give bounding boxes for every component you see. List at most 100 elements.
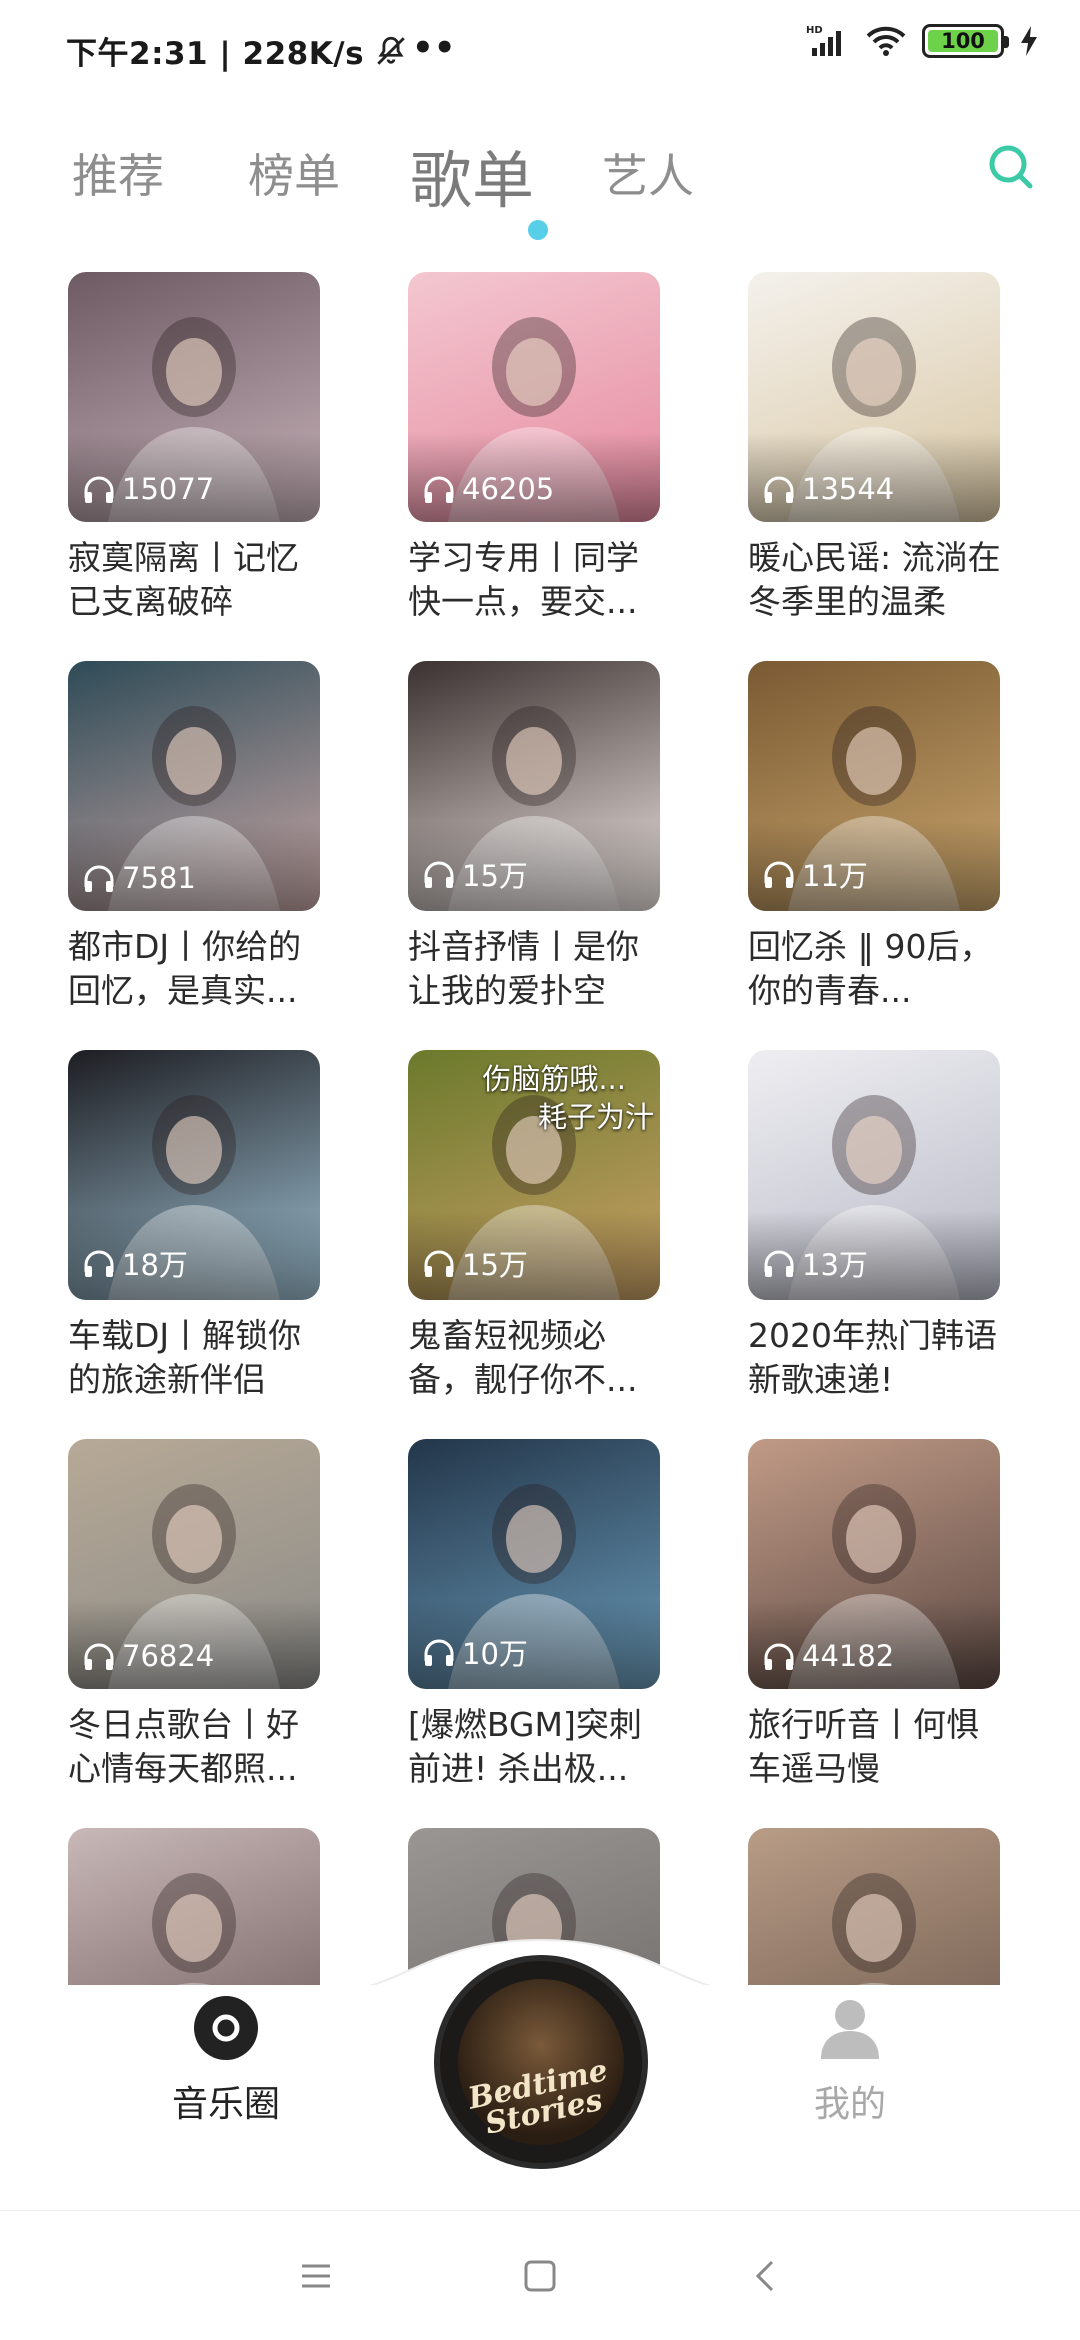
playlist-card[interactable]: 10万 [爆燃BGM]突刺前进! 杀出极... xyxy=(408,1439,660,1791)
playlist-title: [爆燃BGM]突刺前进! 杀出极... xyxy=(408,1705,642,1788)
nav-music-circle[interactable]: 音乐圈 xyxy=(172,1995,280,2127)
profile-icon xyxy=(821,2000,879,2059)
play-count-value: 7581 xyxy=(122,861,196,895)
battery-level: 100 xyxy=(941,29,985,53)
playlist-cover: 11万 xyxy=(748,661,1000,911)
playlist-card[interactable]: 13544 暖心民谣: 流淌在冬季里的温柔 xyxy=(748,272,1001,624)
tab-charts[interactable]: 榜单 xyxy=(248,140,340,206)
headphones-icon xyxy=(84,1250,114,1277)
play-count: 15万 xyxy=(422,853,528,895)
nav-music-circle-label: 音乐圈 xyxy=(172,2084,281,2125)
status-bar: 下午2:31 | 228K/s •• HD 100 xyxy=(0,0,1080,100)
playlist-title: 鬼畜短视频必备，靓仔你不... xyxy=(408,1316,638,1399)
active-tab-indicator xyxy=(528,220,548,240)
play-count-value: 15万 xyxy=(462,859,528,893)
status-right-icons: HD 100 xyxy=(806,24,1040,58)
playlist-title: 暖心民谣: 流淌在冬季里的温柔 xyxy=(748,538,1001,621)
playlist-cover: 18万 xyxy=(68,1050,320,1300)
wifi-icon xyxy=(866,26,906,56)
playlist-card[interactable]: 11万回忆杀 ‖ 90后，你的青春... xyxy=(748,661,1000,1013)
charging-bolt-icon xyxy=(1021,26,1037,56)
playlist-title: 回忆杀 ‖ 90后，你的青春... xyxy=(748,927,993,1010)
play-count-value: 46205 xyxy=(462,472,555,506)
headphones-icon xyxy=(424,1250,454,1277)
status-time-speed: 下午2:31 | 228K/s xyxy=(66,28,408,73)
play-count-value: 76824 xyxy=(122,1639,215,1673)
nav-mine-label: 我的 xyxy=(814,2084,887,2125)
playlist-cover: 10万 xyxy=(408,1439,660,1689)
status-dots: •• xyxy=(412,28,456,68)
playlist-title: 冬日点歌台丨好心情每天都照... xyxy=(68,1705,299,1788)
headphones-icon xyxy=(424,861,454,888)
playlist-title: 车载DJ丨解锁你的旅途新伴侣 xyxy=(68,1316,302,1399)
play-count: 46205 xyxy=(422,472,554,506)
signal-icon: HD xyxy=(806,25,841,56)
play-count-value: 13544 xyxy=(802,472,895,506)
playlist-title: 学习专用丨同学快一点，要交... xyxy=(408,538,639,621)
playlist-cover: 伤脑筋哦... 耗子为汁 15万 xyxy=(408,1050,660,1300)
now-playing-disc[interactable]: Bedtime Stories xyxy=(434,1955,648,2169)
playlist-cover: 44182 xyxy=(748,1439,1000,1689)
playlist-cover: 15077 xyxy=(68,272,320,522)
category-tabs: 推荐 榜单 歌单 艺人 xyxy=(70,140,1030,250)
headphones-icon xyxy=(764,1250,794,1277)
playlist-cover: 13万 xyxy=(748,1050,1000,1300)
playlist-cover: 15万 xyxy=(408,661,660,911)
playlist-card[interactable]: 44182 旅行听音丨何惧车遥马慢 xyxy=(748,1439,1000,1791)
play-count-value: 13万 xyxy=(802,1248,868,1282)
battery-icon: 100 xyxy=(922,24,1009,58)
cover-caption: 伤脑筋哦... xyxy=(482,1062,626,1096)
music-circle-icon xyxy=(194,1996,258,2060)
playlist-card[interactable]: 伤脑筋哦... 耗子为汁 15万鬼畜短视频必备，靓仔你不... xyxy=(408,1050,660,1402)
headphones-icon xyxy=(764,1643,794,1670)
mute-bell-icon xyxy=(377,36,405,65)
play-count: 10万 xyxy=(422,1631,528,1673)
play-count: 18万 xyxy=(82,1242,188,1284)
play-count: 13万 xyxy=(762,1242,868,1284)
home-icon[interactable] xyxy=(520,2256,560,2296)
cover-caption: 耗子为汁 xyxy=(537,1100,654,1134)
playlist-title: 寂寞隔离丨记忆已支离破碎 xyxy=(68,538,299,621)
headphones-icon xyxy=(764,476,794,503)
playlist-cover: 46205 xyxy=(408,272,660,522)
playlist-card[interactable]: 7581 都市DJ丨你给的回忆，是真实... xyxy=(68,661,320,1013)
playlist-title: 都市DJ丨你给的回忆，是真实... xyxy=(68,927,302,1010)
play-count: 15万 xyxy=(422,1242,528,1284)
menu-icon[interactable] xyxy=(296,2256,336,2296)
headphones-icon xyxy=(84,1643,114,1670)
playlist-card[interactable]: 13万 2020年热门韩语新歌速递! xyxy=(748,1050,1000,1402)
play-count: 7581 xyxy=(82,861,196,895)
playlist-card[interactable]: 15077 寂寞隔离丨记忆已支离破碎 xyxy=(68,272,320,624)
status-time-text: 下午2:31 | 228K/s xyxy=(66,36,365,72)
play-count-value: 15077 xyxy=(122,472,215,506)
play-count: 13544 xyxy=(762,472,894,506)
tab-artists[interactable]: 艺人 xyxy=(602,140,694,206)
playlist-card[interactable]: 76824 冬日点歌台丨好心情每天都照... xyxy=(68,1439,320,1791)
play-count: 15077 xyxy=(82,472,214,506)
nav-mine[interactable]: 我的 xyxy=(814,1995,886,2127)
playlist-card[interactable]: 18万车载DJ丨解锁你的旅途新伴侣 xyxy=(68,1050,320,1402)
headphones-icon xyxy=(84,865,114,892)
headphones-icon xyxy=(424,1639,454,1666)
play-count-value: 10万 xyxy=(462,1637,528,1671)
signal-hd-label: HD xyxy=(806,25,823,36)
tab-playlists[interactable]: 歌单 xyxy=(410,130,534,220)
play-count: 76824 xyxy=(82,1639,214,1673)
search-icon[interactable] xyxy=(984,140,1040,196)
playlist-card[interactable]: 15万抖音抒情丨是你让我的爱扑空 xyxy=(408,661,660,1013)
tab-recommend[interactable]: 推荐 xyxy=(72,140,164,206)
playlist-title: 抖音抒情丨是你让我的爱扑空 xyxy=(408,927,639,1010)
playlist-cover: 13544 xyxy=(748,272,1000,522)
back-icon[interactable] xyxy=(746,2256,786,2296)
playlist-cover: 76824 xyxy=(68,1439,320,1689)
headphones-icon xyxy=(84,476,114,503)
playlist-card[interactable]: 46205 学习专用丨同学快一点，要交... xyxy=(408,272,660,624)
play-count-value: 18万 xyxy=(122,1248,188,1282)
headphones-icon xyxy=(764,861,794,888)
headphones-icon xyxy=(424,476,454,503)
play-count-value: 44182 xyxy=(802,1639,895,1673)
playlist-title: 旅行听音丨何惧车遥马慢 xyxy=(748,1705,979,1788)
play-count-value: 15万 xyxy=(462,1248,528,1282)
playlist-title: 2020年热门韩语新歌速递! xyxy=(748,1316,997,1399)
play-count: 44182 xyxy=(762,1639,894,1673)
